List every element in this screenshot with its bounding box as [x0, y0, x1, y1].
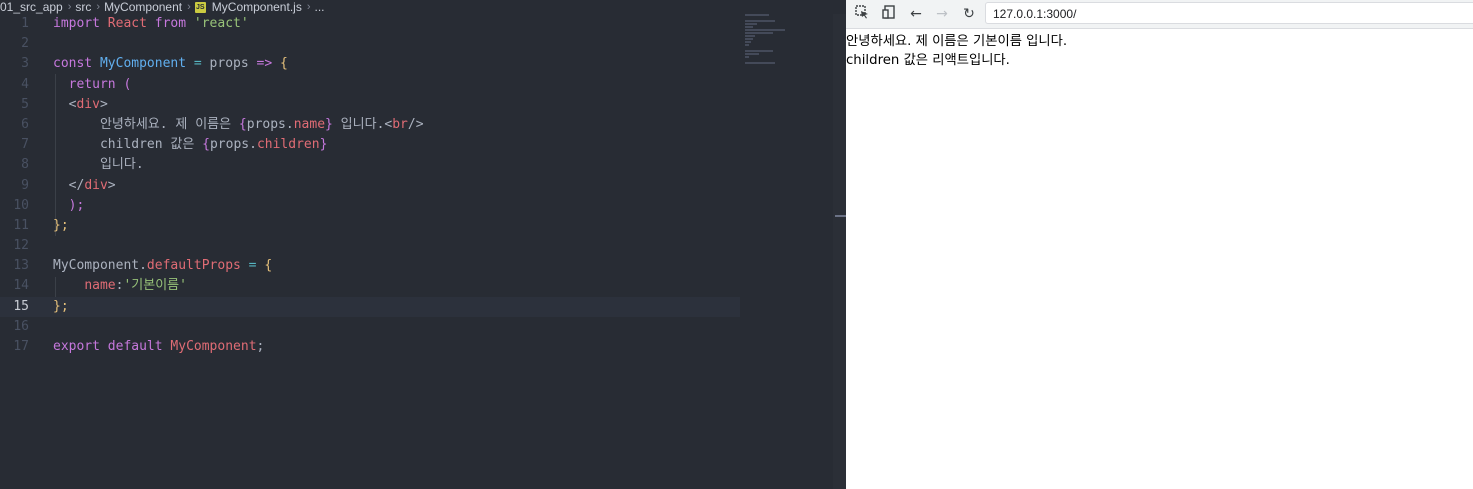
browser-window: ← → ↻ 127.0.0.1:3000/ 안녕하세요. 제 이름은 기본이름 … — [846, 0, 1473, 489]
breadcrumb-folder-component[interactable]: MyComponent — [104, 0, 182, 14]
code-line-active: 15}; — [0, 296, 740, 317]
code-line: 11}; — [0, 216, 740, 236]
chevron-right-icon: › — [67, 1, 72, 13]
code-line: 6 안녕하세요. 제 이름은 {props.name} 입니다.<br/> — [0, 115, 740, 135]
code-line: 8 입니다. — [0, 155, 740, 175]
reload-icon[interactable]: ↻ — [960, 5, 978, 23]
line-number: 6 — [21, 116, 29, 132]
code-text: <div> — [68, 96, 108, 112]
greeting-text: 안녕하세요. 제 이름은 기본이름 입니다. — [846, 34, 1068, 49]
code-text: name:'기본이름' — [84, 278, 187, 294]
line-number: 7 — [21, 137, 29, 153]
code-text: }; — [53, 217, 69, 233]
code-line: 13 MyComponent.defaultProps = { — [0, 256, 740, 276]
line-number: 2 — [21, 36, 29, 52]
code-text: children 값은 {props.children} — [99, 137, 328, 153]
line-number: 14 — [13, 278, 29, 294]
line-number: 8 — [21, 157, 29, 173]
breadcrumb-folder-root[interactable]: 01_src_app — [0, 0, 63, 14]
code-line: 9 </div> — [0, 176, 740, 196]
line-number: 16 — [13, 318, 29, 334]
line-number: 10 — [13, 197, 29, 213]
line-number: 11 — [13, 217, 29, 233]
forward-icon[interactable]: → — [933, 5, 951, 23]
minimap[interactable] — [745, 14, 835, 74]
line-number: 15 — [13, 298, 29, 314]
device-toggle-icon[interactable] — [880, 5, 898, 23]
vertical-scrollbar[interactable] — [833, 14, 846, 489]
code-text: 안녕하세요. 제 이름은 {props.name} 입니다.<br/> — [99, 116, 424, 132]
browser-toolbar: ← → ↻ 127.0.0.1:3000/ — [846, 0, 1473, 29]
code-line: 3 const MyComponent = props => { — [0, 54, 740, 74]
code-text: const MyComponent = props => { — [53, 56, 288, 72]
code-text: }; — [53, 298, 69, 314]
breadcrumb-symbol[interactable]: ... — [315, 0, 325, 14]
line-number: 1 — [21, 16, 29, 31]
breadcrumb: 01_src_app › src › MyComponent › JS MyCo… — [0, 0, 846, 14]
code-editor[interactable]: 01_src_app › src › MyComponent › JS MyCo… — [0, 0, 846, 489]
code-line: 10 ); — [0, 196, 740, 216]
address-bar[interactable]: 127.0.0.1:3000/ — [985, 2, 1473, 24]
chevron-right-icon: › — [187, 1, 191, 13]
js-file-icon: JS — [194, 1, 206, 13]
code-line: 17 export default MyComponent; — [0, 337, 740, 357]
code-text: 입니다. — [99, 157, 144, 173]
inspect-icon[interactable] — [853, 5, 871, 23]
code-line: 2 — [0, 34, 740, 54]
code-text: </div> — [68, 177, 116, 193]
chevron-right-icon: › — [306, 1, 311, 13]
code-text: import React from 'react' — [53, 16, 249, 31]
code-line: 1 import React from 'react' — [0, 14, 740, 34]
line-number: 3 — [21, 56, 29, 72]
code-area[interactable]: 1 import React from 'react' 2 3 const MyCo… — [0, 14, 740, 357]
code-text: return ( — [68, 76, 132, 92]
chevron-right-icon: › — [96, 1, 101, 13]
code-line: 16 — [0, 317, 740, 337]
line-number: 5 — [21, 96, 29, 112]
line-number: 12 — [13, 238, 29, 254]
code-line: 12 — [0, 236, 740, 256]
back-icon[interactable]: ← — [907, 5, 925, 23]
code-text: export default MyComponent; — [53, 339, 265, 354]
code-text: MyComponent.defaultProps = { — [53, 258, 273, 274]
code-line: 5 <div> — [0, 95, 740, 115]
code-line: 7 children 값은 {props.children} — [0, 135, 740, 155]
children-text: children 값은 리액트입니다. — [846, 53, 1010, 68]
line-number: 17 — [13, 339, 29, 354]
line-number: 4 — [21, 76, 29, 92]
line-number: 13 — [13, 258, 29, 274]
page-content: 안녕하세요. 제 이름은 기본이름 입니다. children 값은 리액트입니… — [846, 32, 1473, 70]
line-number: 9 — [21, 177, 29, 193]
code-text: ); — [68, 197, 85, 213]
breadcrumb-file[interactable]: MyComponent.js — [212, 0, 302, 14]
cursor-position-marker — [835, 215, 846, 217]
code-line: 14 name:'기본이름' — [0, 276, 740, 296]
code-line: 4 return ( — [0, 75, 740, 95]
breadcrumb-folder-src[interactable]: src — [75, 0, 91, 14]
